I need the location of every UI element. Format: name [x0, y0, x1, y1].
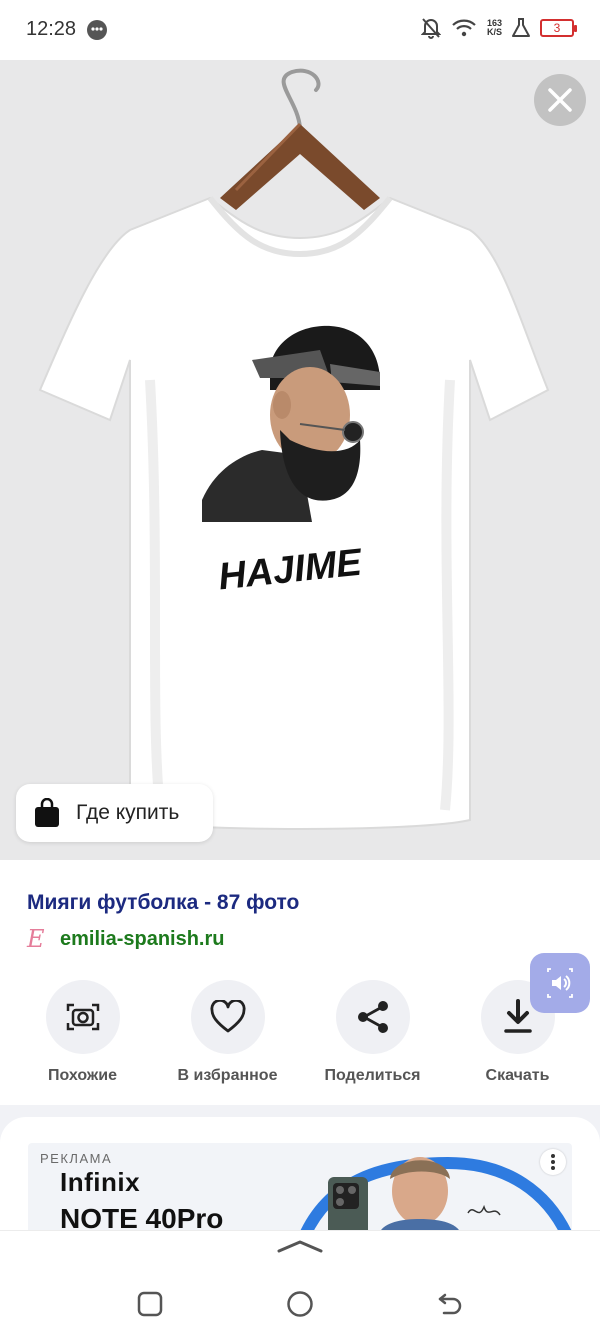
home-icon[interactable]	[286, 1290, 314, 1318]
ad-brand: Infinix	[60, 1167, 141, 1197]
network-speed-unit: K/S	[486, 27, 502, 37]
product-image[interactable]: HAJIME Где купить	[0, 60, 600, 860]
similar-button-circle	[45, 980, 120, 1054]
share-label: Поделиться	[324, 1067, 421, 1084]
close-icon	[548, 88, 572, 112]
share-button[interactable]: Поделиться	[300, 980, 445, 1085]
more-vertical-icon	[551, 1154, 555, 1170]
back-icon[interactable]	[437, 1291, 463, 1317]
battery-level: 3	[553, 21, 561, 35]
ad-label: РЕКЛАМА	[40, 1151, 113, 1166]
favorites-label: В избранное	[177, 1067, 278, 1084]
add-to-favorites-button[interactable]: В избранное	[155, 980, 300, 1085]
camera-search-icon	[66, 1003, 99, 1031]
status-bar: 12:28 163 K/S 3	[0, 0, 600, 60]
where-to-buy-button[interactable]: Где купить	[16, 784, 213, 842]
status-time: 12:28	[26, 18, 77, 40]
close-button[interactable]	[534, 74, 586, 126]
sound-button[interactable]	[530, 953, 590, 1013]
heart-icon	[210, 1000, 245, 1033]
similar-label: Похожие	[47, 1067, 117, 1084]
action-bar: Похожие В избранное Поделиться Скачать	[0, 980, 600, 1085]
chevron-up-icon[interactable]	[277, 1239, 323, 1253]
share-icon	[357, 1001, 388, 1033]
flask-icon	[512, 18, 530, 37]
system-nav-bar	[0, 1230, 600, 1342]
result-title[interactable]: Мияги футболка - 87 фото	[27, 891, 299, 915]
chat-notification-icon	[87, 20, 107, 40]
favorites-button-circle	[190, 980, 265, 1054]
download-label: Скачать	[485, 1067, 550, 1084]
tshirt-photo: HAJIME	[38, 68, 550, 830]
bell-muted-icon	[420, 18, 441, 39]
source-logo-icon: E	[27, 925, 45, 953]
download-icon	[503, 999, 532, 1033]
ad-menu-button[interactable]	[540, 1149, 566, 1175]
share-button-circle	[335, 980, 410, 1054]
wifi-icon	[452, 19, 476, 37]
shopping-bag-icon	[35, 798, 59, 827]
network-speed: 163 K/S	[487, 19, 502, 37]
battery-indicator: 3	[540, 19, 577, 37]
ad-banner[interactable]: РЕКЛАМА Infinix NOTE 40Pro	[28, 1143, 572, 1237]
speaker-icon	[547, 968, 573, 998]
result-info-panel: Мияги футболка - 87 фото E emilia-spanis…	[0, 860, 600, 1105]
recent-apps-icon[interactable]	[137, 1291, 163, 1317]
ad-card: РЕКЛАМА Infinix NOTE 40Pro	[0, 1117, 600, 1237]
where-to-buy-label: Где купить	[76, 801, 180, 824]
result-source[interactable]: E emilia-spanish.ru	[27, 927, 225, 951]
source-domain: emilia-spanish.ru	[60, 927, 225, 950]
similar-button[interactable]: Похожие	[10, 980, 155, 1085]
